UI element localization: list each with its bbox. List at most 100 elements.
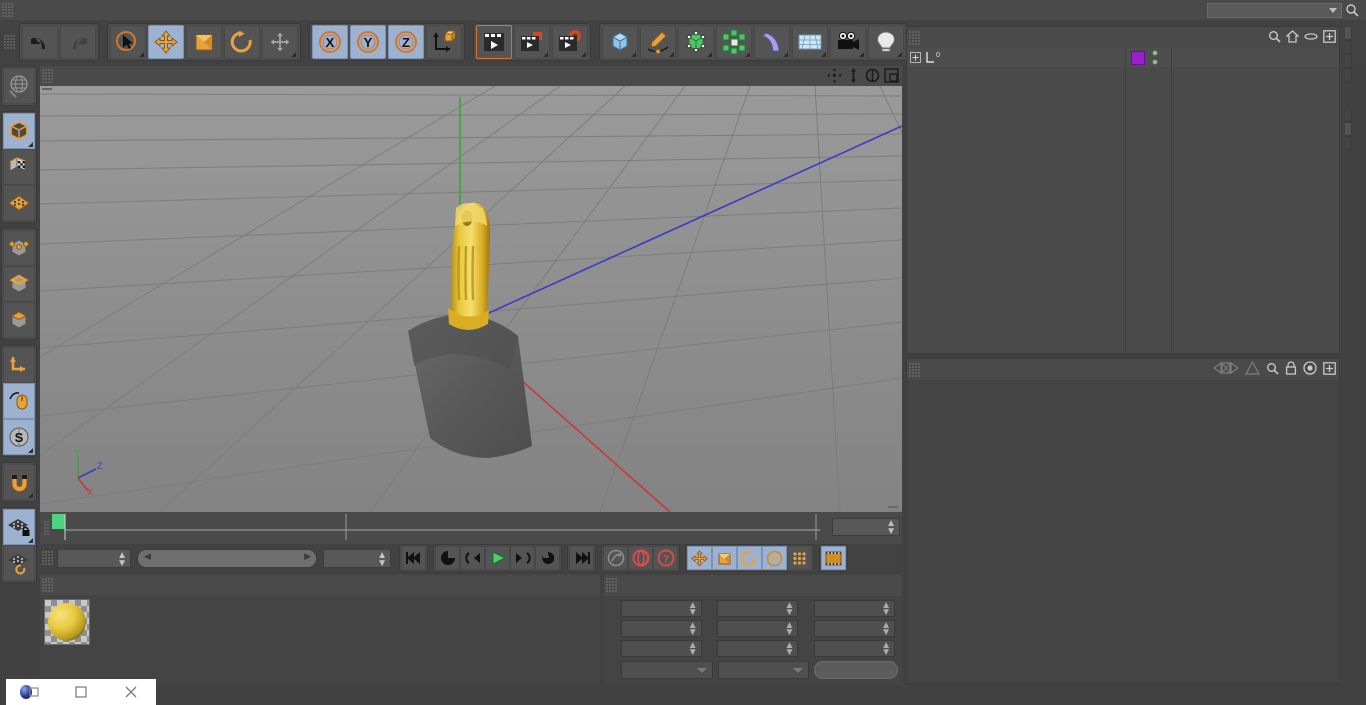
menu-item-snap[interactable] (125, 0, 143, 20)
spinner-icon[interactable]: ▲ ▼ (688, 600, 698, 617)
step-forward-icon[interactable] (510, 546, 535, 570)
slider-right-arrow-icon[interactable]: ▶ (304, 551, 311, 562)
workplane-mode-icon[interactable] (3, 185, 35, 221)
spinner-icon[interactable]: ▲ ▼ (881, 600, 891, 617)
dolly-view-icon[interactable] (845, 67, 862, 84)
expand-plus-icon[interactable] (907, 52, 923, 63)
spinner-icon[interactable]: ▲ ▼ (784, 600, 794, 617)
axis-modify-icon[interactable] (3, 347, 35, 383)
live-selection-icon[interactable] (110, 25, 146, 59)
search-icon[interactable] (1268, 30, 1281, 46)
spinner-icon[interactable]: ▲ ▼ (377, 550, 387, 568)
world-object-axis-icon[interactable] (426, 25, 462, 59)
menu-item-3dtoall[interactable] (323, 0, 341, 20)
edge-mode-icon[interactable] (3, 266, 35, 302)
coord-field-rot-p[interactable]: ▲ ▼ (814, 619, 896, 637)
menu-item-file[interactable] (17, 0, 35, 20)
vtab-objects[interactable] (1345, 26, 1352, 40)
generator-nurbs-icon[interactable] (678, 25, 714, 59)
rotate-view-icon[interactable] (864, 67, 881, 84)
vtab-structure[interactable] (1345, 68, 1352, 82)
search-icon[interactable] (1266, 362, 1279, 378)
spinner-icon[interactable]: ▲ ▼ (784, 620, 794, 637)
vtab-content-browser[interactable] (1345, 54, 1352, 68)
menu-item-render[interactable] (179, 0, 197, 20)
go-to-end-icon[interactable] (569, 546, 594, 570)
menu-item-mesh[interactable] (107, 0, 125, 20)
spline-pen-icon[interactable] (640, 25, 676, 59)
render-view-icon[interactable] (476, 25, 512, 59)
slider-left-arrow-icon[interactable]: ◀ (144, 551, 151, 562)
ellipse-icon[interactable] (1304, 30, 1318, 46)
menu-item-simulate[interactable] (161, 0, 179, 20)
key-position-icon[interactable] (687, 546, 712, 570)
menu-item-character[interactable] (251, 0, 269, 20)
material-list[interactable] (40, 595, 600, 685)
menu-item-help[interactable] (395, 0, 413, 20)
menu-item-mograph[interactable] (233, 0, 251, 20)
lock-icon[interactable] (1285, 361, 1297, 378)
menu-item-motion-tracker[interactable] (215, 0, 233, 20)
material-grip[interactable] (42, 578, 53, 592)
record-key-icon[interactable] (603, 546, 628, 570)
object-manager-grip[interactable] (909, 30, 920, 45)
menu-item-create[interactable] (53, 0, 71, 20)
key-pla-icon[interactable] (787, 546, 812, 570)
vtab-layers[interactable] (1345, 136, 1352, 150)
redo-icon[interactable] (60, 25, 96, 59)
undo-view-globe-icon[interactable] (3, 68, 35, 104)
material-tag-icon[interactable] (1131, 51, 1145, 65)
target-icon[interactable] (1303, 361, 1317, 378)
spinner-icon[interactable]: ▲ ▼ (881, 620, 891, 637)
maximize-view-icon[interactable] (883, 67, 900, 84)
model-mode-icon[interactable] (3, 113, 35, 149)
enable-axis-s-icon[interactable]: S (3, 419, 35, 455)
loop-playback-icon[interactable] (535, 546, 560, 570)
move-icon[interactable] (148, 25, 184, 59)
scale-icon[interactable] (186, 25, 222, 59)
coord-field-size-z[interactable]: ▲ ▼ (717, 639, 799, 657)
animbar-grip[interactable] (42, 551, 53, 565)
apply-button[interactable] (814, 661, 898, 679)
point-mode-icon[interactable] (3, 230, 35, 266)
layout-select[interactable] (1207, 2, 1342, 18)
axis-x-icon[interactable]: X (312, 25, 348, 59)
menu-item-sculpt[interactable] (197, 0, 215, 20)
material-item[interactable] (44, 599, 92, 646)
menu-item-window[interactable] (377, 0, 395, 20)
autokeying-icon[interactable] (628, 546, 653, 570)
object-manager-tree[interactable]: 0 (907, 48, 1339, 353)
coord-system-select[interactable] (621, 661, 713, 679)
timeline-ruler[interactable] (50, 512, 822, 544)
viewport-solo-mouse-icon[interactable] (3, 383, 35, 419)
spinner-icon[interactable]: ▲ ▼ (784, 640, 794, 657)
timeline-range-slider[interactable]: ◀ ▶ (137, 548, 317, 568)
cube-primitive-icon[interactable] (602, 25, 638, 59)
play-backward-loop-icon[interactable] (435, 546, 460, 570)
menu-item-redshift[interactable] (341, 0, 359, 20)
rotate-icon[interactable] (224, 25, 260, 59)
texture-mode-icon[interactable] (3, 149, 35, 185)
undo-icon[interactable] (22, 25, 58, 59)
pan-view-icon[interactable] (826, 67, 843, 84)
home-icon[interactable] (1285, 30, 1300, 46)
step-back-icon[interactable] (460, 546, 485, 570)
menu-item-script[interactable] (359, 0, 377, 20)
coordinates-grip[interactable] (606, 578, 617, 592)
coord-field-rot-b[interactable]: ▲ ▼ (814, 639, 896, 657)
polygon-mode-icon[interactable] (3, 302, 35, 338)
spinner-icon[interactable]: ▲ ▼ (688, 620, 698, 637)
attribute-manager-grip[interactable] (909, 362, 920, 377)
spinner-icon[interactable]: ▲ ▼ (881, 640, 891, 657)
menu-item-vray-bridge[interactable] (305, 0, 323, 20)
object-tree-row[interactable]: 0 (907, 48, 1339, 67)
coord-field-size-x[interactable]: ▲ ▼ (717, 599, 799, 617)
menu-grip[interactable] (2, 3, 13, 17)
end-frame-field[interactable]: ▲ ▼ (323, 548, 391, 568)
key-scale-icon[interactable] (712, 546, 737, 570)
plus-box-icon[interactable] (1323, 30, 1336, 46)
menu-item-tools[interactable] (89, 0, 107, 20)
coord-field-pos-z[interactable]: ▲ ▼ (620, 639, 702, 657)
play-forward-icon[interactable] (485, 546, 510, 570)
menu-item-edit[interactable] (35, 0, 53, 20)
